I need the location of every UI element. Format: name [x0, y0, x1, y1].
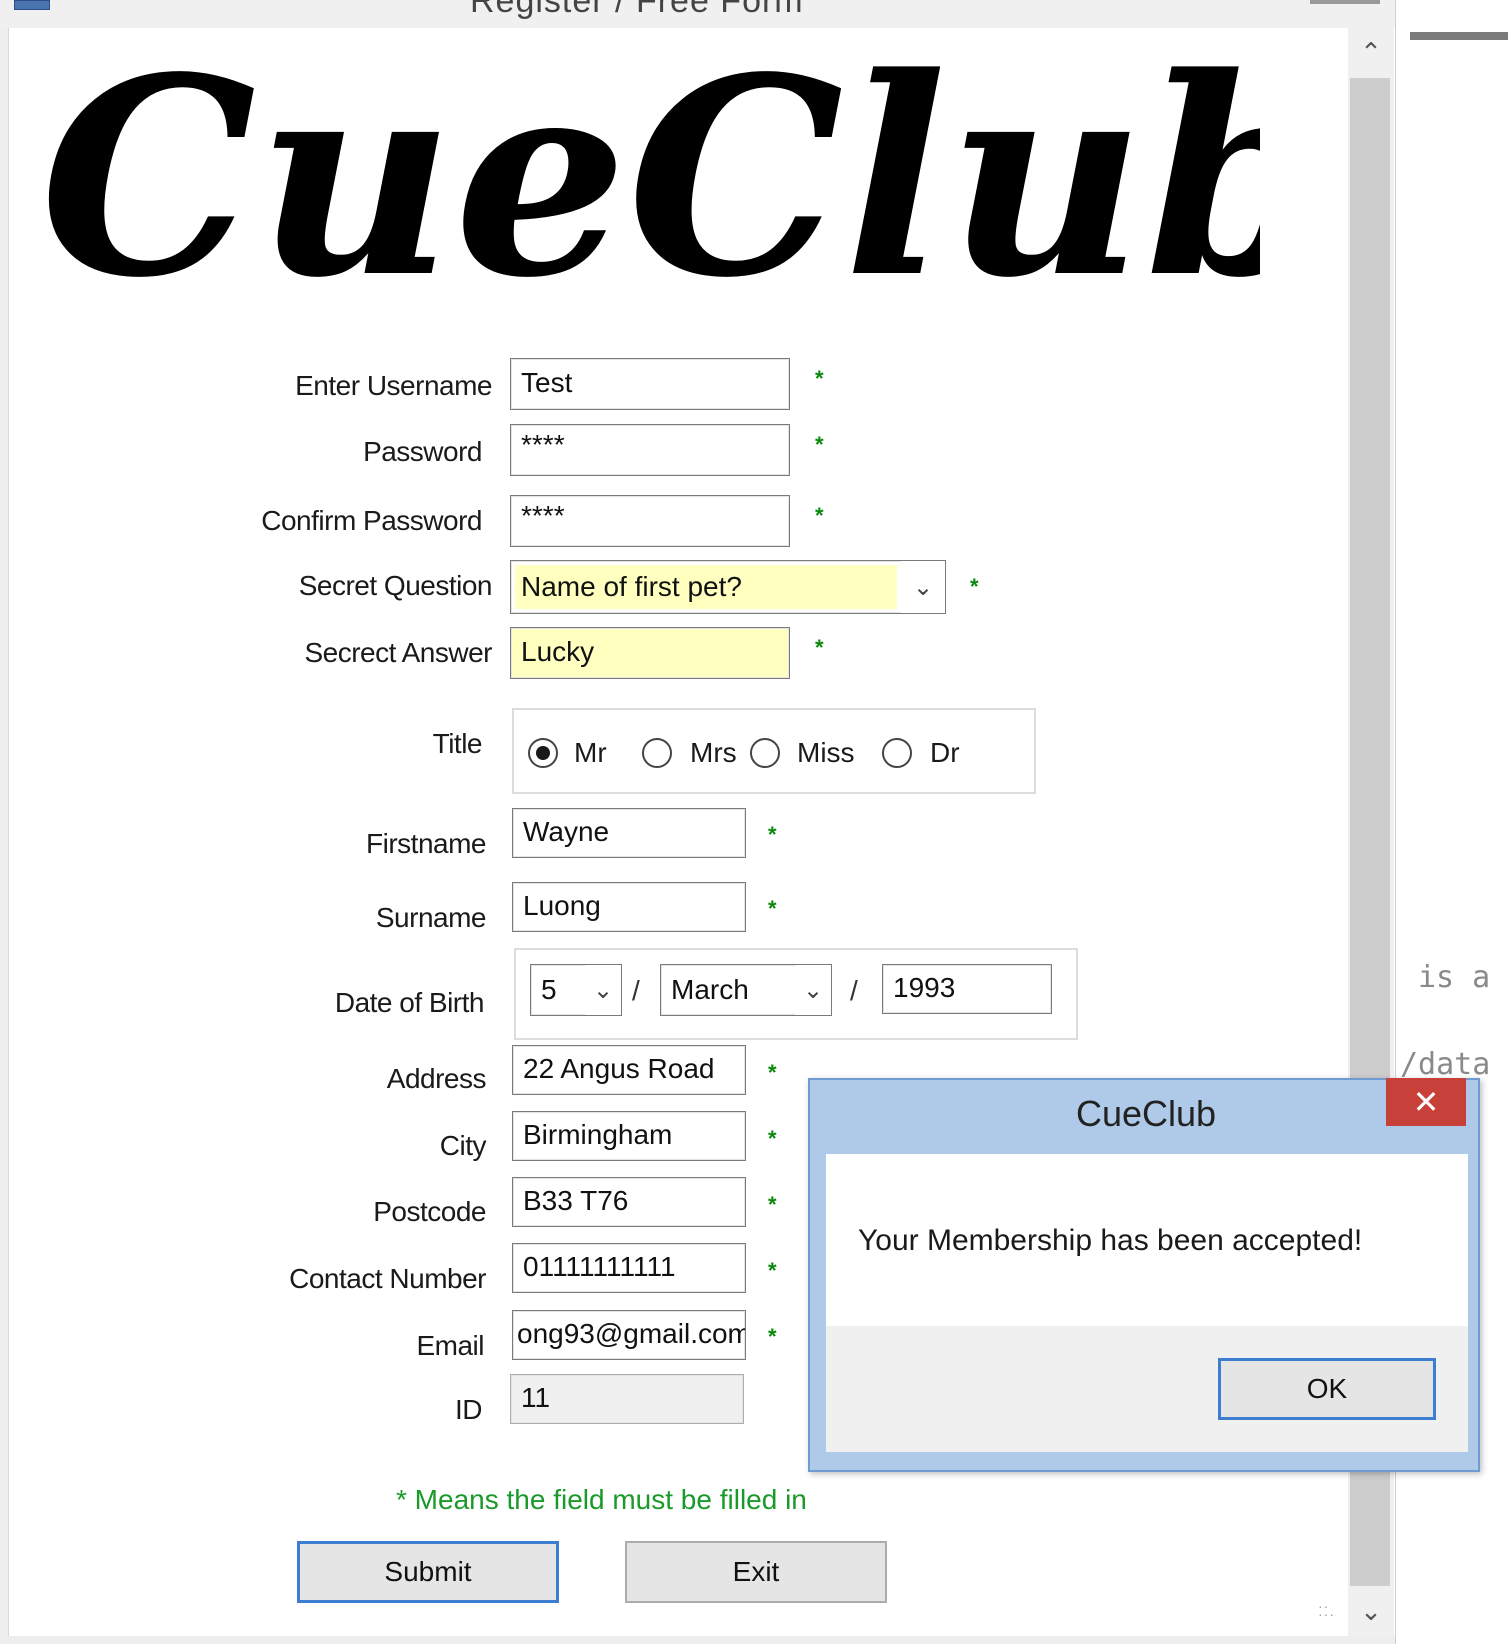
email-field[interactable]: ong93@gmail.com: [512, 1310, 746, 1360]
password-label: Password: [363, 436, 482, 467]
required-star: *: [768, 1126, 777, 1151]
title-label: Title: [432, 728, 483, 759]
radio-mr-label[interactable]: Mr: [574, 737, 607, 769]
surname-field[interactable]: Luong: [512, 882, 746, 932]
exit-button[interactable]: Exit: [625, 1541, 887, 1603]
window-control-buttons[interactable]: [1310, 0, 1380, 4]
postcode-field[interactable]: B33 T76: [512, 1177, 746, 1227]
required-star: *: [815, 635, 824, 660]
required-star: *: [970, 574, 979, 599]
city-label: City: [439, 1130, 487, 1161]
background-code-line: is a: [1418, 960, 1491, 995]
required-star: *: [815, 432, 824, 457]
window-left-border: [0, 28, 8, 1644]
username-label: Enter Username: [295, 370, 492, 401]
address-field[interactable]: 22 Angus Road: [512, 1045, 746, 1095]
background-editor-toolbar: [1410, 32, 1508, 40]
required-star: *: [768, 1324, 777, 1349]
resize-grip-icon[interactable]: ·· ···: [1318, 1599, 1342, 1626]
close-icon[interactable]: ✕: [1386, 1078, 1466, 1126]
ok-button[interactable]: OK: [1218, 1358, 1436, 1420]
required-star: *: [815, 503, 824, 528]
secret-answer-label: Secrect Answer: [304, 637, 492, 668]
address-label: Address: [386, 1063, 487, 1094]
dialog-title: CueClub: [1076, 1093, 1217, 1134]
chevron-up-icon[interactable]: ⌃: [1348, 30, 1394, 74]
radio-dr-label[interactable]: Dr: [930, 737, 960, 769]
chevron-down-icon[interactable]: ⌄: [795, 965, 831, 1015]
logo-text: CueClub: [40, 38, 1260, 338]
required-star: *: [768, 822, 777, 847]
radio-miss[interactable]: [750, 738, 780, 768]
window-title: Register / Free Form: [470, 0, 804, 20]
radio-mrs-label[interactable]: Mrs: [690, 737, 737, 769]
radio-mr[interactable]: [528, 738, 558, 768]
required-fields-note: * Means the field must be filled in: [396, 1484, 807, 1515]
dob-year-field[interactable]: 1993: [882, 964, 1052, 1014]
chevron-down-icon[interactable]: ⌄: [901, 561, 945, 613]
contact-number-field[interactable]: 01111111111: [512, 1243, 746, 1293]
email-label: Email: [416, 1330, 484, 1361]
date-separator: /: [632, 975, 640, 1006]
contact-number-label: Contact Number: [289, 1263, 486, 1294]
window-app-icon: [14, 0, 50, 10]
confirm-password-label: Confirm Password: [261, 505, 482, 536]
secret-answer-field[interactable]: Lucky: [510, 627, 790, 679]
chevron-down-icon[interactable]: ⌄: [585, 965, 621, 1015]
id-label: ID: [455, 1394, 483, 1425]
submit-button[interactable]: Submit: [297, 1541, 559, 1603]
firstname-field[interactable]: Wayne: [512, 808, 746, 858]
radio-mrs[interactable]: [642, 738, 672, 768]
password-field[interactable]: ****: [510, 424, 790, 476]
firstname-label: Firstname: [366, 828, 486, 859]
required-star: *: [815, 366, 824, 391]
dialog-message: Your Membership has been accepted!: [858, 1224, 1363, 1257]
required-star: *: [768, 1192, 777, 1217]
date-of-birth-label: Date of Birth: [334, 987, 485, 1018]
dob-day-dropdown[interactable]: 5 ⌄: [530, 964, 622, 1016]
secret-question-dropdown[interactable]: Name of first pet? ⌄: [510, 560, 946, 614]
id-field: 11: [510, 1374, 744, 1424]
postcode-label: Postcode: [373, 1196, 486, 1227]
confirm-password-field[interactable]: ****: [510, 495, 790, 547]
radio-dr[interactable]: [882, 738, 912, 768]
window-bottom-border: [0, 1636, 1395, 1644]
required-star: *: [768, 1258, 777, 1283]
secret-question-label: Secret Question: [298, 570, 493, 601]
dob-month-dropdown[interactable]: March ⌄: [660, 964, 832, 1016]
city-field[interactable]: Birmingham: [512, 1111, 746, 1161]
background-code-line: /data: [1400, 1047, 1491, 1082]
cueclub-logo: CueClub: [40, 38, 1260, 338]
surname-label: Surname: [375, 902, 487, 933]
secret-question-value: Name of first pet?: [515, 565, 897, 609]
radio-miss-label[interactable]: Miss: [797, 737, 855, 769]
required-star: *: [768, 1060, 777, 1085]
date-separator: /: [850, 975, 858, 1006]
username-field[interactable]: Test: [510, 358, 790, 410]
chevron-down-icon[interactable]: ⌄: [1348, 1590, 1394, 1632]
required-star: *: [768, 896, 777, 921]
